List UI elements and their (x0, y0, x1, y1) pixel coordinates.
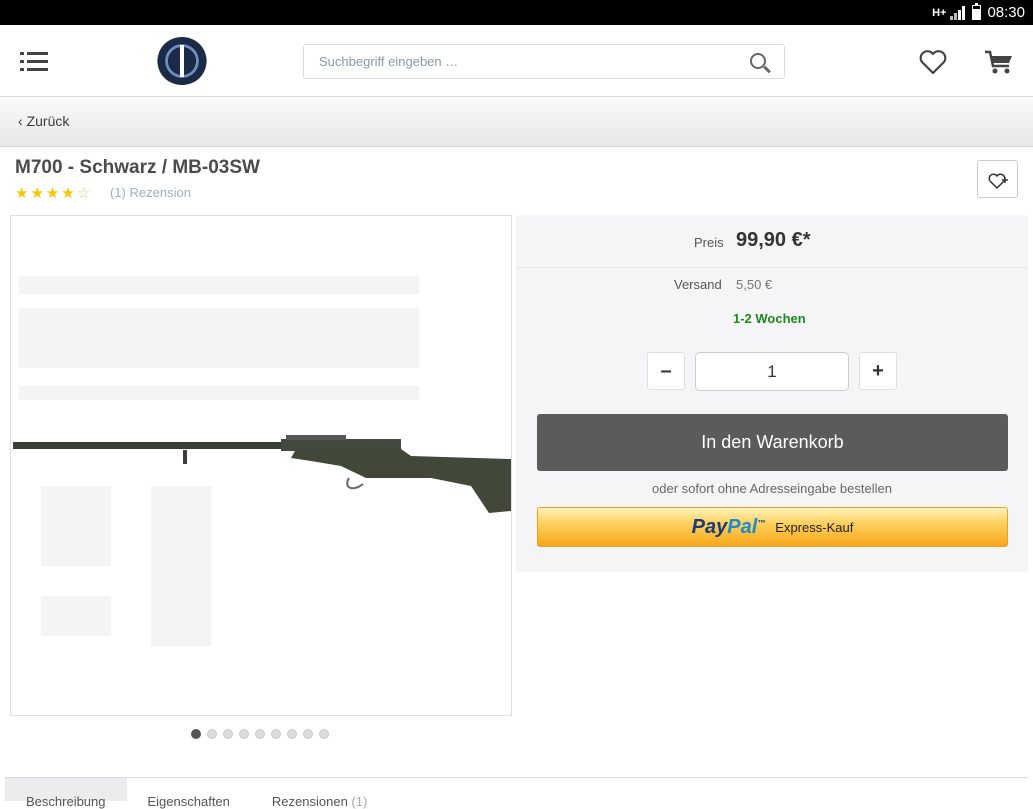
network-type: H+ (932, 6, 947, 19)
gallery-dot[interactable] (271, 729, 281, 739)
express-checkout-note: oder sofort ohne Adresseingabe bestellen (652, 481, 892, 496)
review-count-link[interactable]: (1) Rezension (110, 185, 191, 200)
search-icon[interactable] (750, 53, 766, 69)
menu-icon[interactable] (20, 52, 48, 72)
quantity-decrease-button[interactable]: – (647, 352, 685, 390)
star-empty-icon: ☆ (76, 185, 91, 202)
star-filled-icon: ★ (61, 185, 75, 202)
chevron-left-icon: ‹ (18, 113, 23, 129)
heart-plus-icon (988, 173, 1008, 190)
cart-button[interactable] (984, 49, 1014, 75)
gallery-dot[interactable] (319, 729, 329, 739)
gallery-pagination (191, 729, 329, 739)
quantity-increase-button[interactable]: + (859, 352, 897, 390)
back-bar: ‹ Zurück (0, 97, 1033, 147)
shipping-value: 5,50 € (736, 277, 773, 292)
gallery-dot[interactable] (239, 729, 249, 739)
gallery-dot[interactable] (207, 729, 217, 739)
shipping-label: Versand (674, 277, 722, 292)
battery-icon (972, 3, 982, 20)
price-label: Preis (694, 235, 724, 250)
product-image-gallery[interactable] (10, 215, 512, 716)
star-filled-icon: ★ (30, 185, 44, 202)
search-input[interactable] (304, 45, 724, 78)
buy-box: Preis 99,90 €* Versand 5,50 € 1-2 Wochen… (516, 215, 1028, 572)
paypal-logo: PayPal™ (691, 515, 766, 538)
star-filled-icon: ★ (45, 185, 60, 202)
app-header (0, 25, 1033, 97)
product-image (13, 435, 511, 513)
shop-logo[interactable] (157, 37, 207, 85)
clock: 08:30 (987, 4, 1025, 21)
tab-properties[interactable]: Eigenschaften (127, 778, 251, 809)
gallery-dot[interactable] (303, 729, 313, 739)
quantity-input[interactable] (695, 352, 849, 391)
price-row: Preis 99,90 €* (516, 215, 1028, 268)
price-value: 99,90 €* (736, 229, 811, 251)
rating-stars: ★ ★ ★ ★ ☆ (15, 184, 90, 202)
gallery-dot[interactable] (287, 729, 297, 739)
back-link[interactable]: ‹ Zurück (18, 113, 69, 129)
status-bar: H+ 08:30 (0, 0, 1033, 25)
search-bar (303, 44, 785, 79)
gallery-dot[interactable] (255, 729, 265, 739)
tab-reviews[interactable]: Rezensionen (1) (251, 778, 388, 809)
wishlist-button[interactable] (919, 49, 947, 75)
cart-icon (985, 50, 1012, 74)
back-label: Zurück (26, 113, 70, 129)
signal-icon (950, 5, 966, 20)
star-filled-icon: ★ (15, 185, 29, 202)
tab-description[interactable]: Beschreibung (5, 778, 127, 809)
paypal-express-button[interactable]: PayPal™ Express-Kauf (537, 507, 1008, 547)
gallery-dot[interactable] (191, 729, 201, 739)
add-to-wishlist-button[interactable] (977, 160, 1018, 198)
product-title: M700 - Schwarz / MB-03SW (15, 157, 260, 178)
product-tabs: Beschreibung Eigenschaften Rezensionen (… (5, 777, 1028, 809)
add-to-cart-button[interactable]: In den Warenkorb (537, 414, 1008, 471)
paypal-label: Express-Kauf (775, 519, 854, 535)
gallery-dot[interactable] (223, 729, 233, 739)
delivery-time: 1-2 Wochen (733, 311, 806, 326)
heart-icon (919, 50, 947, 75)
